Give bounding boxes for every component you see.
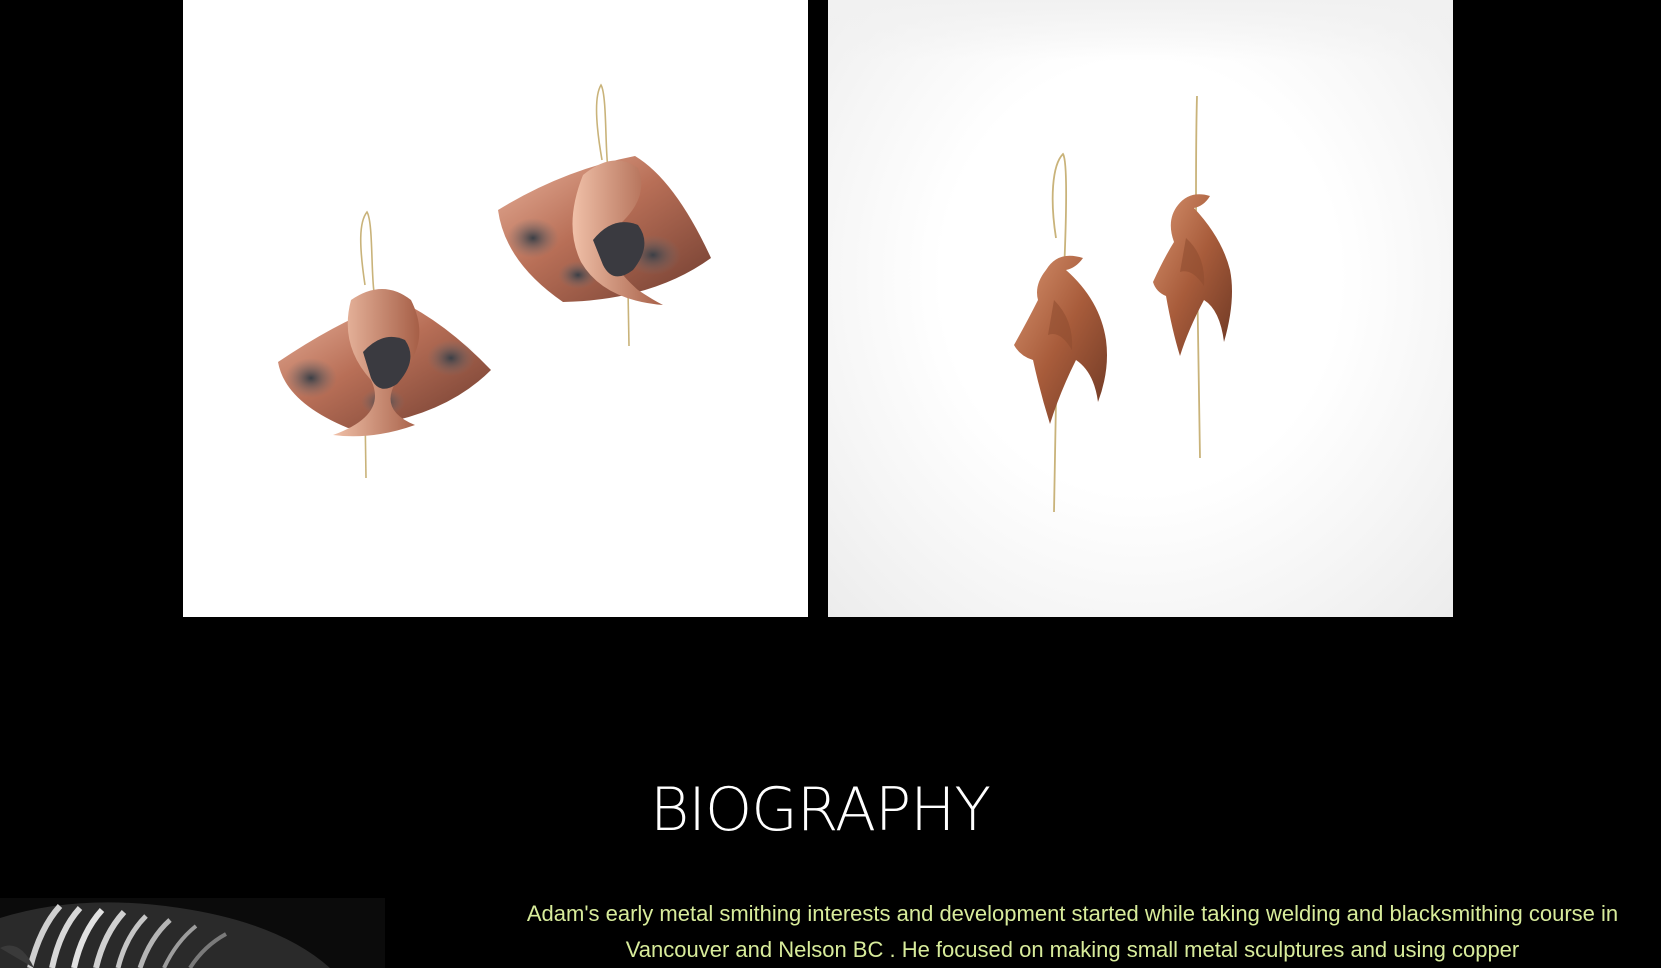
artist-portrait-photo [0, 898, 385, 968]
artist-portrait [0, 898, 385, 968]
gallery-image-wave-earrings[interactable] [183, 0, 808, 617]
gallery-image-axe-earrings[interactable] [828, 0, 1453, 617]
copper-axe-earrings-photo [1014, 95, 1232, 513]
biography-heading: BIOGRAPHY [650, 775, 991, 845]
biography-text: Adam's early metal smithing interests an… [526, 901, 1619, 962]
copper-wave-earrings-photo [278, 83, 711, 479]
